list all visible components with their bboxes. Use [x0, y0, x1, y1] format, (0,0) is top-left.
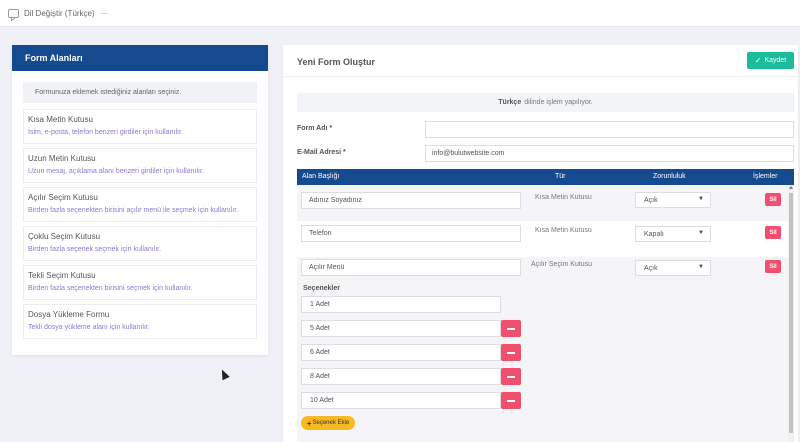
remove-option-button[interactable] — [501, 344, 521, 361]
field-title-input[interactable]: Açılır Menü — [301, 259, 521, 276]
option-input[interactable]: 5 Adet — [301, 320, 501, 337]
required-select[interactable]: Açık ▼ — [635, 260, 711, 276]
field-type-title: Dosya Yükleme Formu — [28, 310, 110, 319]
remove-option-button[interactable] — [501, 392, 521, 409]
field-type-title: Tekli Seçim Kutusu — [28, 271, 96, 280]
required-select[interactable]: Açık ▼ — [635, 192, 711, 208]
form-fields-panel: Form Alanları Formunuza eklemek istediği… — [12, 45, 268, 355]
field-type-dropdown[interactable]: Açılır Seçim Kutusu Birden fazla seçenek… — [23, 187, 257, 222]
language-info-bar: Türkçe dilinde işlem yapılıyor. — [297, 93, 794, 112]
check-icon: ✓ — [754, 56, 762, 65]
options-label: Seçenekler — [303, 285, 340, 292]
field-type-description: Uzun mesaj, açıklama alanı benzeri girdi… — [28, 168, 204, 175]
delete-button[interactable]: Sil — [765, 226, 781, 239]
field-type-single-select[interactable]: Tekli Seçim Kutusu Birden fazla seçenekt… — [23, 265, 257, 300]
field-type-short-text[interactable]: Kısa Metin Kutusu İsim, e-posta, telefon… — [23, 109, 257, 144]
column-header-title: Alan Başlığı — [302, 173, 340, 180]
email-input[interactable]: info@bulutwebsite.com — [425, 145, 794, 162]
field-type-description: Birden fazla seçenekten birisini seçmek … — [28, 285, 193, 292]
add-option-label: Seçenek Ekle — [312, 420, 350, 426]
language-info-text: dilinde işlem yapılıyor. — [524, 99, 593, 106]
scrollbar-thumb[interactable] — [789, 193, 793, 433]
save-button-label: Kaydet — [764, 57, 787, 64]
form-name-input[interactable] — [425, 121, 794, 138]
caret-down-icon: ▼ — [698, 230, 704, 236]
language-switcher[interactable]: Dil Değiştir (Türkçe) — [24, 9, 95, 18]
save-button[interactable]: ✓ Kaydet — [747, 52, 794, 69]
field-type-title: Kısa Metin Kutusu — [28, 115, 93, 124]
field-type-text: Kısa Metin Kutusu — [535, 194, 592, 201]
option-input[interactable]: 6 Adet — [301, 344, 501, 361]
divider — [283, 76, 798, 77]
new-form-panel: Yeni Form Oluştur ✓ Kaydet Türkçe dilind… — [283, 45, 798, 442]
required-select-value: Açık — [644, 196, 658, 204]
column-header-type: Tür — [555, 173, 566, 180]
chat-bubble-icon — [8, 8, 19, 18]
column-header-required: Zorunluluk — [653, 173, 686, 180]
panel-hint: Formunuza eklemek istediğiniz alanları s… — [23, 82, 257, 103]
scroll-up-icon[interactable] — [789, 186, 793, 189]
required-select[interactable]: Kapalı ▼ — [635, 226, 711, 242]
field-type-title: Uzun Metin Kutusu — [28, 154, 96, 163]
option-input[interactable]: 8 Adet — [301, 368, 501, 385]
required-select-value: Açık — [644, 264, 658, 272]
field-type-description: İsim, e-posta, telefon benzeri girdiler … — [28, 129, 183, 136]
table-row: Telefon Kısa Metin Kutusu Kapalı ▼ Sil — [297, 221, 788, 257]
field-type-title: Açılır Seçim Kutusu — [28, 193, 98, 202]
delete-button[interactable]: Sil — [765, 260, 781, 273]
remove-option-button[interactable] — [501, 368, 521, 385]
table-scrollbar[interactable] — [788, 185, 794, 442]
required-select-value: Kapalı — [644, 230, 664, 238]
caret-down-icon: ▼ — [698, 264, 704, 270]
field-title-input[interactable]: Telefon — [301, 225, 521, 242]
field-type-multi-select[interactable]: Çoklu Seçim Kutusu Birden fazla seçenek … — [23, 226, 257, 261]
form-name-label: Form Adı * — [297, 125, 333, 132]
page-title: Yeni Form Oluştur — [297, 57, 376, 67]
option-input[interactable]: 10 Adet — [301, 392, 501, 409]
top-bar: Dil Değiştir (Türkçe) — — [0, 0, 800, 27]
field-title-input[interactable]: Adınız Soyadınız — [301, 192, 521, 209]
field-type-text: Açılır Seçim Kutusu — [531, 261, 593, 268]
remove-option-button[interactable] — [501, 320, 521, 337]
table-row: Adınız Soyadınız Kısa Metin Kutusu Açık … — [297, 185, 788, 221]
chevron-down-icon[interactable]: — — [101, 10, 108, 17]
language-name: Türkçe — [498, 99, 522, 106]
field-type-description: Tekli dosya yükleme alanı için kullanılı… — [28, 324, 150, 331]
column-header-actions: İşlemler — [753, 173, 778, 180]
field-type-long-text[interactable]: Uzun Metin Kutusu Uzun mesaj, açıklama a… — [23, 148, 257, 183]
fields-table-header: Alan Başlığı Tür Zorunluluk İşlemler — [297, 169, 794, 185]
caret-down-icon: ▼ — [698, 196, 704, 202]
panel-title: Form Alanları — [12, 45, 268, 71]
plus-icon: + — [306, 418, 312, 428]
mouse-cursor-icon — [218, 367, 230, 381]
table-row: Açılır Menü Açılır Seçim Kutusu Açık ▼ S… — [297, 257, 788, 442]
field-type-file-upload[interactable]: Dosya Yükleme Formu Tekli dosya yükleme … — [23, 304, 257, 339]
field-type-title: Çoklu Seçim Kutusu — [28, 232, 101, 241]
add-option-button[interactable]: + Seçenek Ekle — [301, 416, 355, 430]
field-type-description: Birden fazla seçenekten birisini açılır … — [28, 207, 239, 214]
email-label: E-Mail Adresi * — [297, 149, 346, 156]
delete-button[interactable]: Sil — [765, 193, 781, 206]
field-type-text: Kısa Metin Kutusu — [535, 227, 592, 234]
field-type-description: Birden fazla seçenek seçmek için kullanı… — [28, 246, 162, 253]
option-input[interactable]: 1 Adet — [301, 296, 501, 313]
